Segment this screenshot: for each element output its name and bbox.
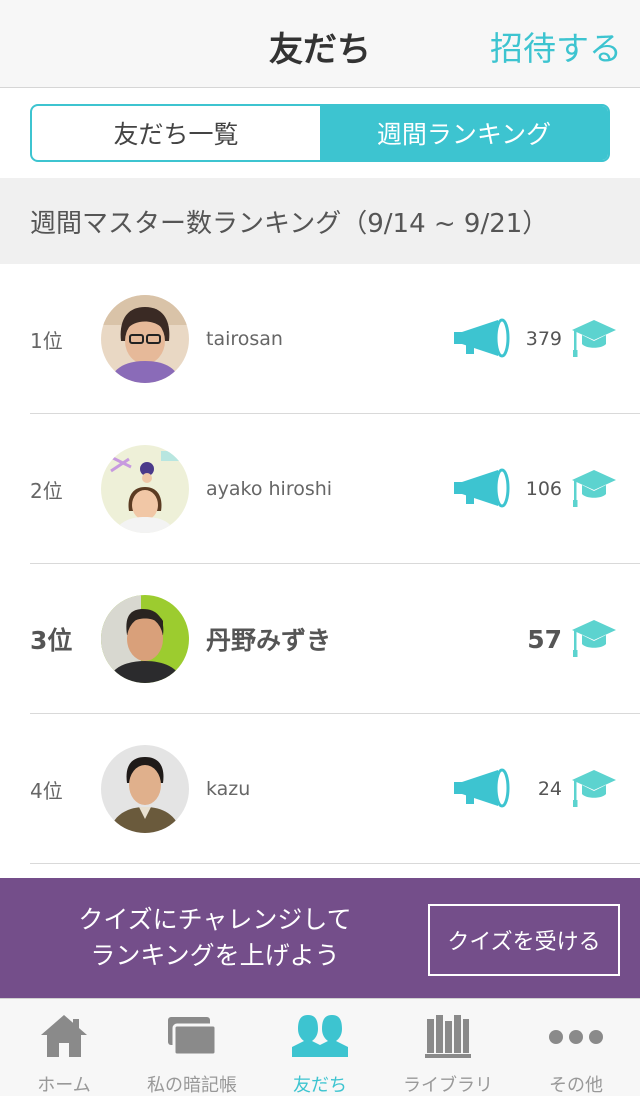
banner-message: クイズにチャレンジして ランキングを上げよう bbox=[30, 902, 400, 974]
graduation-cap-icon bbox=[572, 320, 616, 357]
tab-my-notebook[interactable]: 私の暗記帳 bbox=[128, 999, 256, 1096]
tab-label: ライブラリ bbox=[403, 1075, 493, 1096]
rank-position: 1位 bbox=[30, 328, 63, 353]
master-count: 106 bbox=[525, 478, 562, 500]
tab-weekly-ranking[interactable]: 週間ランキング bbox=[320, 106, 608, 160]
nav-bar: 友だち 招待する bbox=[0, 0, 640, 88]
row-divider bbox=[30, 863, 640, 864]
tab-bar: ホーム 私の暗記帳 友だち ライブラリ その他 bbox=[0, 998, 640, 1096]
graduation-cap-icon bbox=[572, 470, 616, 507]
section-header: 週間マスター数ランキング（9/14 ~ 9/21） bbox=[0, 178, 640, 264]
app-root: 友だち 招待する 友だち一覧 週間ランキング 週間マスター数ランキング（9/14… bbox=[0, 0, 640, 1096]
tab-library[interactable]: ライブラリ bbox=[384, 999, 512, 1096]
tab-more[interactable]: その他 bbox=[512, 999, 640, 1096]
friends-icon bbox=[292, 1015, 348, 1057]
take-quiz-button[interactable]: クイズを受ける bbox=[428, 904, 620, 976]
ranking-list: 1位 tairosan 379 2位 ayako hiroshi 106 3位 … bbox=[0, 264, 640, 864]
graduation-cap-icon bbox=[572, 620, 616, 657]
user-name: kazu bbox=[206, 778, 251, 800]
banner-line-2: ランキングを上げよう bbox=[90, 941, 340, 970]
graduation-cap-icon bbox=[572, 770, 616, 807]
rank-position: 2位 bbox=[30, 478, 63, 503]
tab-label: 友だち bbox=[293, 1075, 347, 1096]
tab-label: ホーム bbox=[37, 1075, 91, 1096]
home-icon bbox=[41, 1015, 87, 1057]
tab-friends[interactable]: 友だち bbox=[256, 999, 384, 1096]
master-count: 57 bbox=[527, 624, 562, 654]
ranking-row-me[interactable]: 3位 丹野みずき 57 bbox=[0, 564, 640, 714]
megaphone-icon[interactable] bbox=[452, 766, 512, 810]
tab-home[interactable]: ホーム bbox=[0, 999, 128, 1096]
master-count: 379 bbox=[525, 328, 562, 350]
tab-label: 私の暗記帳 bbox=[147, 1075, 237, 1096]
rank-position: 4位 bbox=[30, 778, 63, 803]
invite-button[interactable]: 招待する bbox=[490, 22, 622, 70]
rank-position: 3位 bbox=[30, 626, 73, 655]
avatar[interactable] bbox=[101, 295, 189, 383]
segmented-control: 友だち一覧 週間ランキング bbox=[30, 104, 610, 162]
ranking-row[interactable]: 4位 kazu 24 bbox=[0, 714, 640, 864]
master-count: 24 bbox=[537, 778, 562, 800]
more-icon bbox=[549, 1030, 603, 1044]
library-icon bbox=[425, 1015, 471, 1058]
megaphone-icon[interactable] bbox=[452, 466, 512, 510]
avatar[interactable] bbox=[101, 745, 189, 833]
ranking-row[interactable]: 1位 tairosan 379 bbox=[0, 264, 640, 414]
user-name: 丹野みずき bbox=[206, 626, 332, 655]
cards-icon bbox=[168, 1017, 218, 1057]
ranking-row[interactable]: 2位 ayako hiroshi 106 bbox=[0, 414, 640, 564]
banner-line-1: クイズにチャレンジして bbox=[78, 905, 352, 934]
tab-label: その他 bbox=[549, 1075, 603, 1096]
tab-friend-list[interactable]: 友だち一覧 bbox=[32, 106, 320, 160]
user-name: tairosan bbox=[206, 328, 283, 350]
avatar[interactable] bbox=[101, 595, 189, 683]
megaphone-icon[interactable] bbox=[452, 316, 512, 360]
user-name: ayako hiroshi bbox=[206, 478, 333, 500]
avatar[interactable] bbox=[101, 445, 189, 533]
